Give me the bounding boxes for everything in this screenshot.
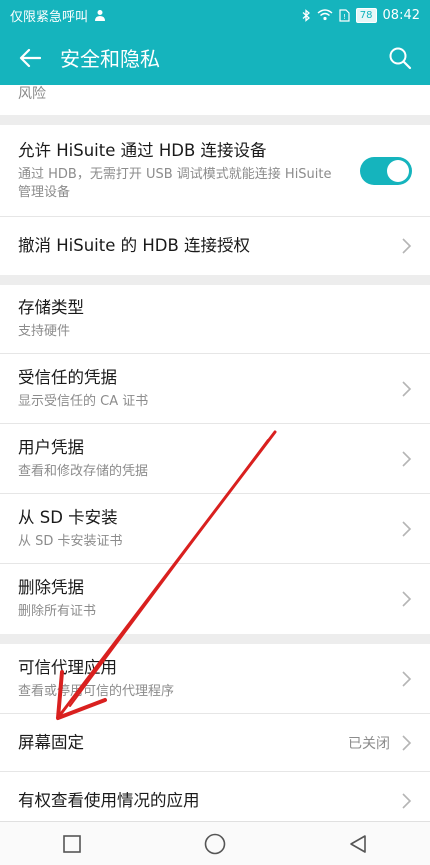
home-button[interactable] [185, 822, 245, 865]
credentials-group: 存储类型 支持硬件 受信任的凭据 显示受信任的 CA 证书 用户凭据 查看和修改… [0, 285, 430, 634]
chevron-right-icon [402, 520, 412, 537]
chevron-right-icon [402, 450, 412, 467]
setting-subtitle: 支持硬件 [18, 324, 71, 339]
setting-row-allow-hdb[interactable]: 允许 HiSuite 通过 HDB 连接设备 通过 HDB，无需打开 USB 调… [0, 125, 430, 217]
partial-row-label: 风险 [18, 86, 46, 102]
setting-row-storage-type[interactable]: 存储类型 支持硬件 [0, 285, 430, 354]
advanced-group: 可信代理应用 查看或停用可信的代理程序 屏幕固定 已关闭 有权查看使用情况的应用 [0, 644, 430, 822]
divider [0, 115, 430, 125]
setting-subtitle: 查看或停用可信的代理程序 [18, 683, 175, 699]
square-icon [62, 834, 81, 853]
svg-text:!: ! [343, 13, 346, 21]
settings-list: 风险 允许 HiSuite 通过 HDB 连接设备 通过 HDB，无需打开 US… [0, 85, 430, 822]
setting-subtitle: 删除所有证书 [18, 604, 97, 619]
setting-title: 有权查看使用情况的应用 [18, 791, 200, 810]
setting-subtitle: 显示受信任的 CA 证书 [18, 393, 149, 409]
chevron-right-icon [402, 380, 412, 397]
setting-subtitle: 查看和修改存储的凭据 [18, 463, 149, 479]
back-arrow-icon [19, 48, 41, 67]
chevron-right-icon [402, 734, 412, 751]
setting-subtitle: 从 SD 卡安装证书 [18, 533, 123, 549]
setting-title: 用户凭据 [18, 437, 84, 457]
hdb-group: 允许 HiSuite 通过 HDB 连接设备 通过 HDB，无需打开 USB 调… [0, 125, 430, 275]
carrier-text: 仅限紧急呼叫 [10, 9, 89, 25]
chevron-right-icon [402, 670, 412, 687]
bluetooth-icon [302, 8, 310, 22]
setting-title: 屏幕固定 [18, 732, 84, 752]
setting-row-usage-access[interactable]: 有权查看使用情况的应用 [0, 772, 430, 822]
setting-row-clear-credentials[interactable]: 删除凭据 删除所有证书 [0, 564, 430, 634]
setting-title: 存储类型 [18, 298, 84, 317]
setting-row-trust-agents[interactable]: 可信代理应用 查看或停用可信的代理程序 [0, 644, 430, 714]
no-sim-icon: ! [339, 8, 350, 22]
circle-icon [204, 833, 226, 854]
app-bar: 安全和隐私 [0, 30, 430, 85]
screen-pinning-status: 已关闭 [348, 735, 390, 752]
setting-row-screen-pinning[interactable]: 屏幕固定 已关闭 [0, 714, 430, 772]
clock: 08:42 [382, 7, 420, 23]
back-nav-button[interactable] [328, 822, 388, 865]
back-button[interactable] [0, 30, 60, 85]
chevron-right-icon [402, 793, 412, 809]
setting-subtitle: 通过 HDB，无需打开 USB 调试模式就能连接 HiSuite 管理设备 [18, 166, 332, 200]
setting-title: 受信任的凭据 [18, 367, 117, 387]
setting-row-trusted-credentials[interactable]: 受信任的凭据 显示受信任的 CA 证书 [0, 354, 430, 424]
search-icon [389, 47, 412, 69]
divider [0, 634, 430, 644]
setting-title: 允许 HiSuite 通过 HDB 连接设备 [18, 140, 267, 160]
chevron-right-icon [402, 238, 412, 254]
search-button[interactable] [370, 30, 430, 85]
allow-hdb-toggle[interactable] [360, 156, 412, 185]
battery-indicator: 78 [355, 7, 377, 23]
setting-title: 可信代理应用 [18, 657, 117, 677]
system-nav-bar [0, 821, 430, 865]
person-icon [95, 10, 106, 21]
setting-row-user-credentials[interactable]: 用户凭据 查看和修改存储的凭据 [0, 424, 430, 494]
triangle-back-icon [350, 834, 367, 853]
page-title: 安全和隐私 [60, 47, 160, 71]
setting-title: 删除凭据 [18, 578, 84, 597]
divider [0, 275, 430, 285]
status-bar: 仅限紧急呼叫 ! 78 08:42 [0, 0, 430, 30]
partial-row: 风险 [0, 85, 430, 115]
recents-button[interactable] [42, 822, 102, 865]
wifi-icon [317, 9, 333, 21]
toggle-knob [387, 159, 409, 182]
setting-row-revoke-hdb[interactable]: 撤消 HiSuite 的 HDB 连接授权 [0, 217, 430, 275]
chevron-right-icon [402, 591, 412, 607]
setting-row-install-from-sd[interactable]: 从 SD 卡安装 从 SD 卡安装证书 [0, 494, 430, 564]
setting-title: 撤消 HiSuite 的 HDB 连接授权 [18, 236, 251, 255]
setting-title: 从 SD 卡安装 [18, 507, 118, 527]
